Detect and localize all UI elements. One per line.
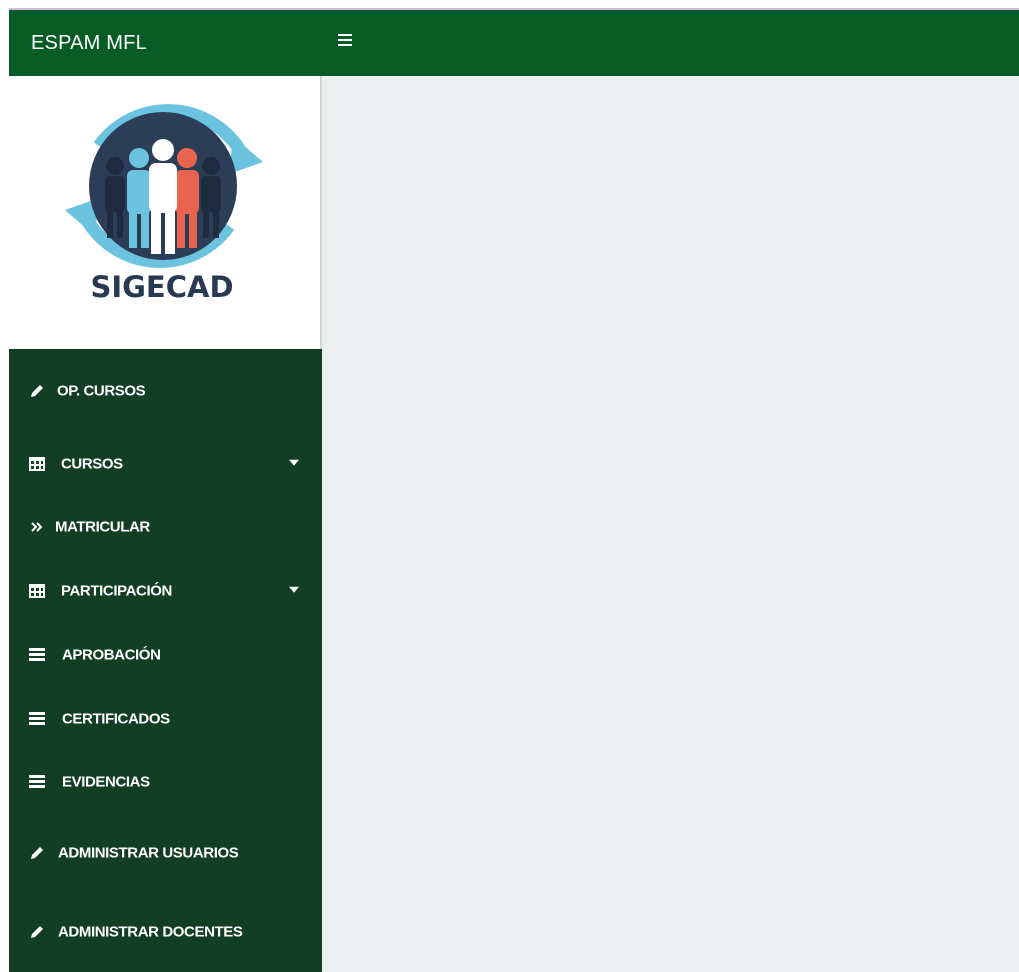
sidebar-item-matricular[interactable]: MATRICULAR (9, 507, 322, 547)
sidebar-item-administrar-usuarios[interactable]: ADMINISTRAR USUARIOS (9, 833, 322, 873)
top-navbar: ESPAM MFL (9, 10, 1019, 76)
pencil-icon (31, 926, 43, 938)
double-chevron-right-icon (31, 522, 43, 532)
sidebar-item-op-cursos[interactable]: OP. CURSOS (9, 371, 322, 411)
sidebar-item-label: ADMINISTRAR DOCENTES (58, 923, 243, 941)
app-frame: ESPAM MFL SIGECAD OP. CURSOS CURSOS MATR… (9, 8, 1019, 972)
list-icon (29, 712, 45, 725)
hamburger-icon[interactable] (338, 34, 354, 50)
sidebar-item-label: EVIDENCIAS (62, 773, 150, 791)
brand-title[interactable]: ESPAM MFL (31, 10, 147, 76)
sigecad-logo-icon (65, 104, 263, 268)
table-icon (29, 584, 45, 598)
table-icon (29, 457, 45, 471)
sidebar-item-label: CURSOS (61, 455, 123, 473)
list-icon (29, 648, 45, 661)
pencil-icon (31, 385, 43, 397)
main-content-area (322, 76, 1019, 972)
sidebar-item-label: MATRICULAR (55, 518, 150, 536)
sidebar-item-administrar-docentes[interactable]: ADMINISTRAR DOCENTES (9, 912, 322, 952)
sidebar-item-label: ADMINISTRAR USUARIOS (58, 844, 239, 862)
sidebar-item-participacion[interactable]: PARTICIPACIÓN (9, 571, 322, 611)
sidebar-item-label: APROBACIÓN (62, 646, 161, 664)
caret-down-icon (289, 586, 299, 593)
sidebar-item-cursos[interactable]: CURSOS (9, 444, 322, 484)
sidebar-item-label: PARTICIPACIÓN (61, 582, 172, 600)
logo-text: SIGECAD (90, 270, 234, 304)
caret-down-icon (289, 459, 299, 466)
sidebar: SIGECAD OP. CURSOS CURSOS MATRICULAR PAR… (9, 76, 322, 972)
sidebar-item-label: OP. CURSOS (57, 382, 146, 400)
sidebar-item-label: CERTIFICADOS (62, 710, 170, 728)
logo-panel: SIGECAD (9, 76, 322, 349)
sidebar-item-certificados[interactable]: CERTIFICADOS (9, 699, 322, 739)
pencil-icon (31, 847, 43, 859)
list-icon (29, 775, 45, 788)
sidebar-item-aprobacion[interactable]: APROBACIÓN (9, 635, 322, 675)
sidebar-menu: OP. CURSOS CURSOS MATRICULAR PARTICIPACI… (9, 349, 322, 972)
sidebar-item-evidencias[interactable]: EVIDENCIAS (9, 762, 322, 802)
